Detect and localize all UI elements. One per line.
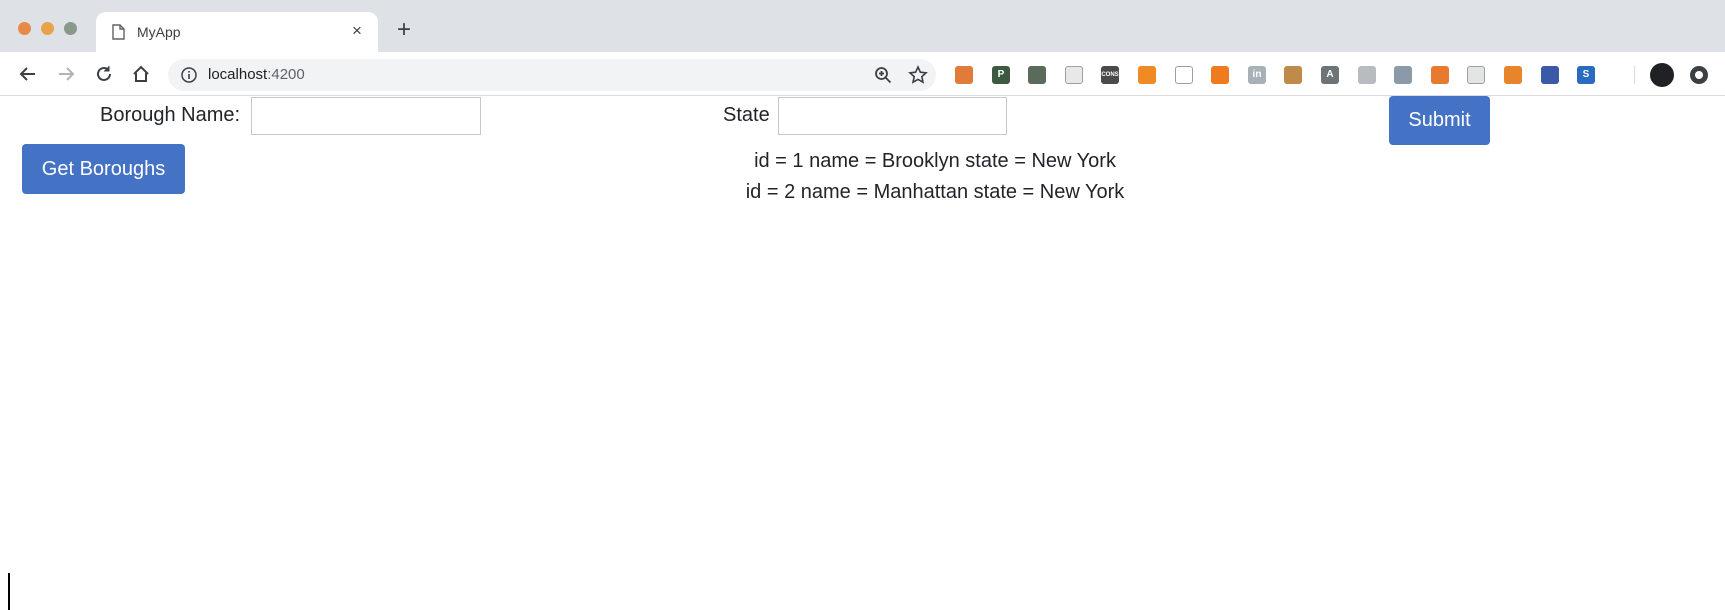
- orange-ring-ext-icon[interactable]: [1138, 66, 1156, 84]
- book-ext-icon[interactable]: [1541, 66, 1559, 84]
- leaf-ext-icon[interactable]: [1028, 66, 1046, 84]
- submit-button[interactable]: Submit: [1389, 96, 1490, 145]
- in-ext-icon[interactable]: in: [1248, 66, 1266, 84]
- info-icon[interactable]: [181, 67, 197, 83]
- target-ext-icon[interactable]: [1504, 66, 1522, 84]
- profile-avatar[interactable]: [1650, 63, 1674, 87]
- browser-tab[interactable]: MyApp ×: [96, 12, 378, 52]
- borough-name-label: Borough Name:: [100, 104, 241, 126]
- get-boroughs-button[interactable]: Get Boroughs: [22, 144, 185, 194]
- result-line: id = 1 name = Brooklyn state = New York: [754, 150, 1116, 172]
- home-icon[interactable]: [129, 62, 153, 86]
- url-text[interactable]: localhost:4200: [208, 66, 305, 83]
- close-window-button[interactable]: [18, 22, 31, 35]
- p-ext-icon[interactable]: P: [992, 66, 1010, 84]
- browser-toolbar: localhost:4200 P CONS in A S: [0, 52, 1725, 96]
- minimize-window-button[interactable]: [41, 22, 54, 35]
- page-icon: [112, 24, 125, 40]
- back-arrow-icon[interactable]: [16, 62, 40, 86]
- forward-arrow-icon[interactable]: [54, 62, 78, 86]
- face-ext-icon[interactable]: [1065, 66, 1083, 84]
- address-bar[interactable]: localhost:4200: [168, 59, 936, 91]
- borough-name-input[interactable]: [251, 97, 481, 135]
- result-line: id = 2 name = Manhattan state = New York: [745, 181, 1125, 203]
- new-tab-button[interactable]: +: [394, 18, 414, 42]
- gear-ext-icon[interactable]: [1394, 66, 1412, 84]
- square-ext-icon[interactable]: [1467, 66, 1485, 84]
- cons-ext-icon[interactable]: CONS: [1101, 66, 1119, 84]
- state-label: State: [723, 104, 770, 126]
- s-ext-icon[interactable]: S: [1577, 66, 1595, 84]
- state-input[interactable]: [778, 97, 1007, 135]
- angular-ext-icon[interactable]: [1431, 66, 1449, 84]
- angular-grey-ext-icon[interactable]: A: [1321, 66, 1339, 84]
- globe-ext-icon[interactable]: [955, 66, 973, 84]
- moon-ext-icon[interactable]: [1211, 66, 1229, 84]
- window-ext-icon[interactable]: [1358, 66, 1376, 84]
- cast-icon[interactable]: [1175, 66, 1193, 84]
- reload-icon[interactable]: [92, 62, 116, 86]
- borough-results-list: id = 1 name = Brooklyn state = New York …: [600, 146, 1270, 208]
- android-ext-icon[interactable]: [1284, 66, 1302, 84]
- bookmark-star-icon[interactable]: [908, 65, 928, 85]
- browser-tab-strip: MyApp × +: [0, 0, 1725, 52]
- zoom-icon[interactable]: [874, 66, 892, 84]
- zoom-window-button[interactable]: [64, 22, 77, 35]
- close-tab-icon[interactable]: ×: [348, 22, 366, 40]
- tab-title: MyApp: [137, 24, 181, 40]
- browser-menu-icon[interactable]: [1690, 66, 1708, 84]
- text-cursor: [8, 573, 10, 610]
- toolbar-divider: [1634, 66, 1635, 84]
